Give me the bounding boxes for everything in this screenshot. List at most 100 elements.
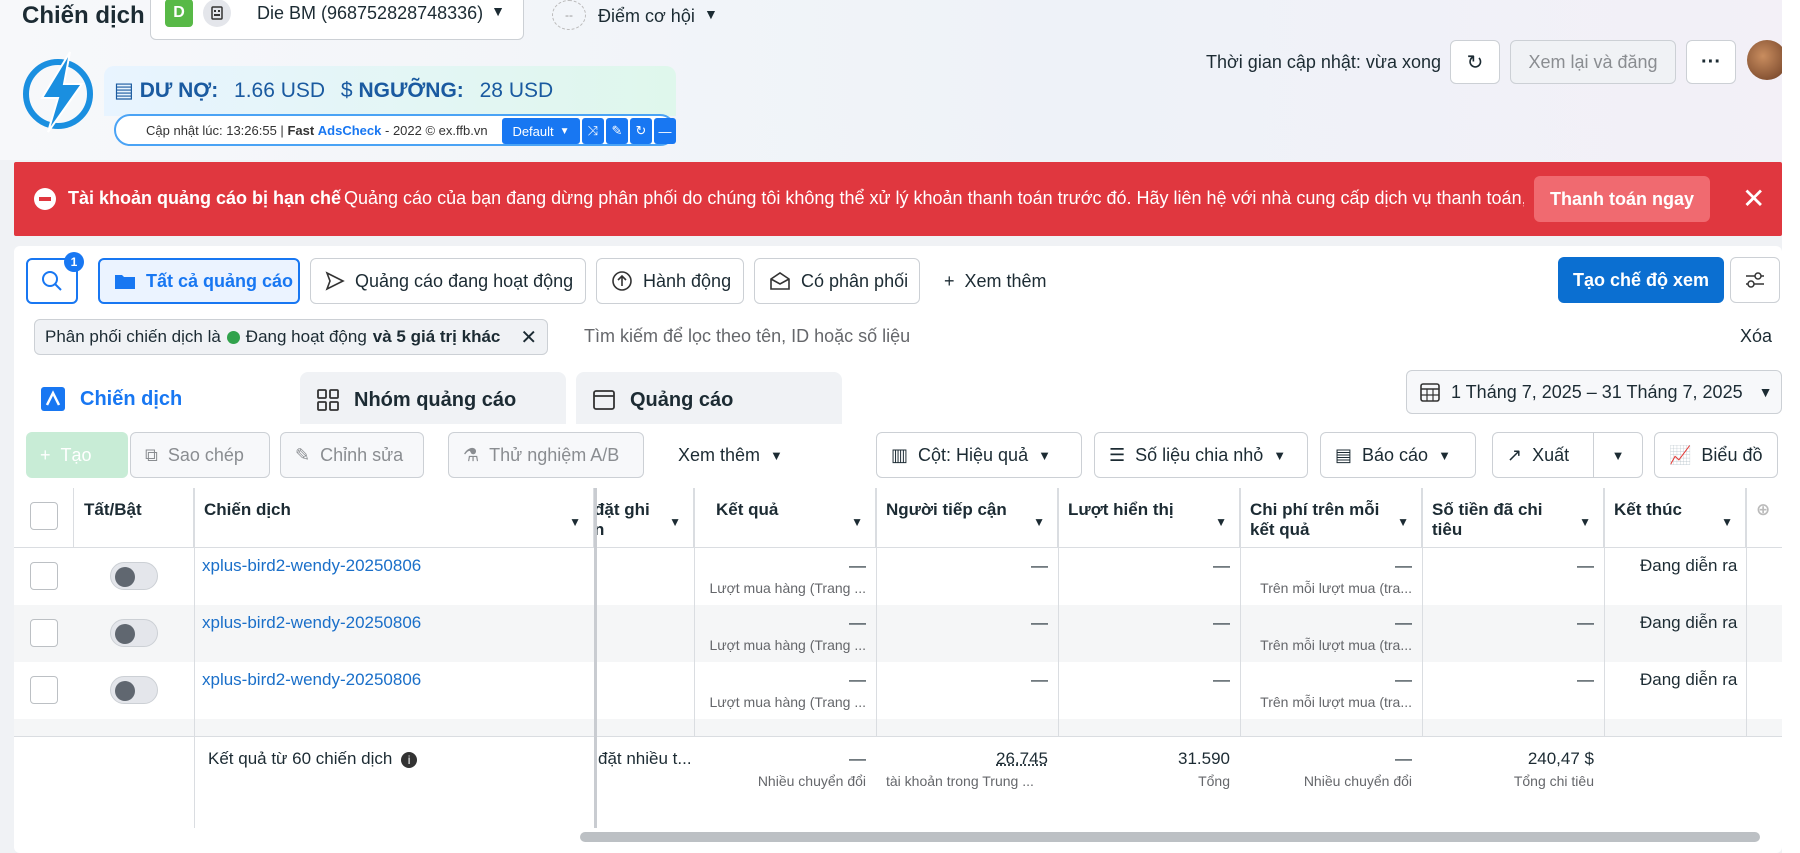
chevron-down-icon: ▼ [1033, 515, 1045, 529]
select-all-header [14, 488, 74, 548]
cost-per-result-header-label: Chi phí trên mỗi kết quả [1250, 500, 1380, 539]
chevron-down-icon: ▼ [1758, 384, 1773, 400]
bid-strategy-header[interactable]: đặt ghi n ▼ [594, 488, 694, 548]
opportunity-score-link[interactable]: Điểm cơ hội [598, 6, 695, 27]
brand-suffix: - 2022 © ex.ffb.vn [385, 123, 488, 138]
filter-all-ads[interactable]: Tất cả quảng cáo [98, 258, 300, 304]
shuffle-icon[interactable]: ⤨ [582, 118, 604, 144]
campaign-toggle[interactable] [110, 619, 158, 647]
campaign-name-link[interactable]: xplus-bird2-wendy-20250806 [202, 556, 421, 576]
reports-button[interactable]: ▤ Báo cáo ▼ [1320, 432, 1476, 478]
avatar[interactable] [1747, 40, 1787, 80]
row-checkbox[interactable] [30, 619, 58, 647]
row-checkbox[interactable] [30, 676, 58, 704]
create-button[interactable]: + Tạo [26, 432, 128, 478]
ends-header-label: Kết thúc [1614, 500, 1682, 519]
breakdown-button[interactable]: ☰ Số liệu chia nhỏ ▼ [1094, 432, 1308, 478]
profile-select[interactable]: Default ▼ [502, 118, 580, 144]
filter-chip-status: Đang hoạt động [245, 327, 367, 346]
info-icon[interactable]: i [401, 752, 418, 768]
filter-active-ads[interactable]: Quảng cáo đang hoạt động [310, 258, 586, 304]
close-icon[interactable]: ✕ [520, 325, 537, 350]
select-all-checkbox[interactable] [30, 502, 58, 530]
table-row[interactable]: xplus-bird2-wendy-20250806 — Lượt mua hà… [14, 605, 1782, 662]
campaign-header[interactable]: Chiến dịch ▼ [194, 488, 594, 548]
brand-adscheck[interactable]: AdsCheck [318, 123, 382, 138]
minimize-icon[interactable]: — [654, 118, 676, 144]
summary-label: Kết quả từ 60 chiến dịch i [208, 749, 418, 769]
filter-delivering[interactable]: Có phân phối [754, 258, 920, 304]
create-view-button[interactable]: Tạo chế độ xem [1558, 257, 1724, 303]
filter-actions[interactable]: Hành động [596, 258, 744, 304]
edit-button[interactable]: ✎ Chỉnh sửa [280, 432, 424, 478]
chevron-down-icon: ▼ [1215, 515, 1227, 529]
pencil-icon: ✎ [295, 444, 311, 465]
row-checkbox[interactable] [30, 562, 58, 590]
date-range-picker[interactable]: 1 Tháng 7, 2025 – 31 Tháng 7, 2025 ▼ [1406, 370, 1782, 414]
export-button[interactable]: ↗ Xuất [1492, 432, 1594, 478]
more-options-button[interactable]: ··· [1686, 40, 1736, 84]
chevron-down-icon: ▼ [1273, 447, 1287, 463]
tab-adsets[interactable]: Nhóm quảng cáo [300, 372, 566, 428]
export-dropdown[interactable]: ▼ [1593, 432, 1643, 478]
ends-header[interactable]: Kết thúc ▼ [1604, 488, 1746, 548]
filter-chip[interactable]: Phân phối chiến dịch là Đang hoạt động v… [34, 319, 549, 355]
campaign-name-link[interactable]: xplus-bird2-wendy-20250806 [202, 613, 421, 633]
refresh-icon[interactable]: ↻ [630, 118, 652, 144]
business-manager-select[interactable]: D Die BM (968752828748336) ▼ [150, 0, 524, 40]
ends-value: Đang diễn ra [1640, 556, 1738, 575]
reach-header[interactable]: Người tiếp cận ▼ [876, 488, 1058, 548]
clear-filters-link[interactable]: Xóa [1740, 326, 1772, 347]
update-time-text: Cập nhật lúc: 13:26:55 | [146, 123, 284, 138]
breakdown-icon: ☰ [1109, 444, 1126, 465]
chevron-down-icon[interactable]: ▼ [704, 6, 718, 22]
tab-ads[interactable]: Quảng cáo [576, 372, 842, 428]
chevron-down-icon: ▼ [1397, 515, 1409, 529]
cost-per-result-header[interactable]: Chi phí trên mỗi kết quả ▼ [1240, 488, 1422, 548]
impressions-header[interactable]: Lượt hiển thị ▼ [1058, 488, 1240, 548]
reach-value: — [1031, 670, 1048, 689]
charts-button[interactable]: 📈 Biểu đồ [1654, 432, 1778, 478]
ab-test-button[interactable]: ⚗ Thử nghiệm A/B [448, 432, 644, 478]
table-row[interactable]: xplus-bird2-wendy-20250806 — Lượt mua hà… [14, 662, 1782, 719]
tab-adsets-label: Nhóm quảng cáo [354, 388, 517, 411]
results-header[interactable]: Kết quả ▼ [694, 488, 876, 548]
edit-icon[interactable]: ✎ [606, 118, 628, 144]
horizontal-scrollbar[interactable] [580, 832, 1760, 842]
chevron-down-icon: ▼ [559, 125, 570, 137]
campaign-name-link[interactable]: xplus-bird2-wendy-20250806 [202, 670, 421, 690]
chart-icon: 📈 [1669, 444, 1692, 465]
see-more-filters[interactable]: + Xem thêm [930, 258, 1060, 304]
search-filter-input[interactable]: Tìm kiếm để lọc theo tên, ID hoặc số liệ… [584, 326, 910, 347]
send-icon [325, 271, 345, 291]
export-button-label: Xuất [1532, 444, 1570, 465]
toggle-header[interactable]: Tất/Bật [74, 488, 194, 548]
pay-now-button[interactable]: Thanh toán ngay [1534, 176, 1710, 222]
refresh-button[interactable]: ↻ [1450, 40, 1500, 84]
tab-campaigns[interactable]: Chiến dịch [24, 370, 290, 428]
campaign-toggle[interactable] [110, 562, 158, 590]
search-button[interactable]: 1 [26, 252, 84, 304]
amount-spent-header[interactable]: Số tiền đã chi tiêu ▼ [1422, 488, 1604, 548]
view-settings-button[interactable] [1730, 257, 1780, 303]
summary-cost-sub: Nhiều chuyển đổi [1303, 773, 1412, 789]
campaign-toggle[interactable] [110, 676, 158, 704]
alert-title: Tài khoản quảng cáo bị hạn chế [68, 188, 342, 208]
bm-name: Die BM (968752828748336) [257, 3, 484, 23]
charts-button-label: Biểu đồ [1701, 444, 1763, 465]
debt-value: 1.66 USD [234, 79, 326, 102]
see-more-actions[interactable]: Xem thêm ▼ [664, 432, 798, 478]
threshold-value: 28 USD [479, 79, 554, 102]
building-icon [203, 0, 231, 27]
table-toolbar: + Tạo ⧉ Sao chép ✎ Chỉnh sửa ⚗ Thử nghiệ… [14, 424, 1782, 488]
table-row[interactable]: xplus-bird2-wendy-20250806 — Lượt mua hà… [14, 548, 1782, 605]
duplicate-button[interactable]: ⧉ Sao chép [130, 432, 270, 478]
close-icon[interactable]: ✕ [1742, 182, 1765, 215]
review-publish-button[interactable]: Xem lại và đăng [1510, 40, 1676, 84]
spent-value: — [1577, 670, 1594, 689]
results-sub: Lượt mua hàng (Trang ... [709, 637, 866, 653]
add-column-icon[interactable]: ⊕ [1746, 488, 1782, 548]
summary-reach[interactable]: 26.745 [876, 749, 1048, 769]
columns-button[interactable]: ▥ Cột: Hiệu quả ▼ [876, 432, 1082, 478]
amount-spent-header-label: Số tiền đã chi tiêu [1432, 500, 1543, 539]
